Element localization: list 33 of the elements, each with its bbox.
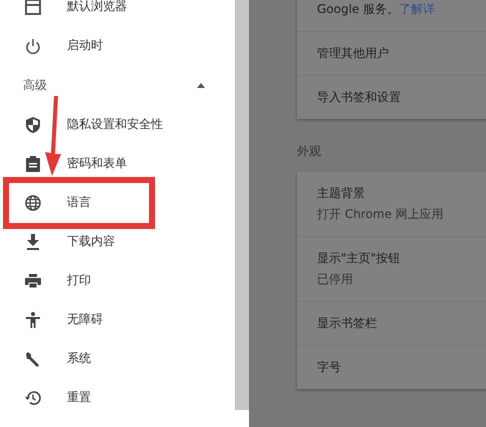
sidebar-item[interactable]: 隐私设置和安全性: [25, 116, 163, 133]
clipboard-icon: [25, 156, 41, 172]
section-label: 高级: [23, 76, 47, 94]
browser-icon: [25, 0, 41, 14]
history-icon: [25, 390, 41, 406]
printer-icon: [25, 274, 41, 288]
sidebar-item[interactable]: 语言: [25, 194, 91, 211]
section-header[interactable]: 高级: [0, 65, 235, 105]
power-icon: [25, 38, 41, 54]
sidebar-item[interactable]: 密码和表单: [25, 155, 127, 172]
globe-icon: [25, 194, 41, 210]
row-text: Google 服务。了解详: [317, 1, 436, 18]
row-label[interactable]: 字号: [317, 359, 486, 376]
sidebar-item[interactable]: 重置: [25, 389, 91, 406]
row-label[interactable]: 显示书签栏: [317, 315, 486, 332]
row-label[interactable]: 导入书签和设置: [317, 89, 486, 106]
sidebar-item[interactable]: 系统: [25, 350, 91, 367]
sidebar-item[interactable]: 下载内容: [25, 233, 115, 250]
row-label[interactable]: 显示"主页"按钮: [317, 250, 486, 267]
row-description: 已停用: [317, 271, 354, 288]
row-label[interactable]: 管理其他用户: [317, 45, 486, 62]
sidebar-item[interactable]: 启动时: [25, 37, 103, 54]
shield-icon: [25, 116, 41, 132]
sidebar-item[interactable]: 无障碍: [25, 311, 103, 328]
section-heading: 外观: [297, 143, 322, 160]
scrollbar[interactable]: [235, 0, 249, 410]
row-description: 打开 Chrome 网上应用: [317, 206, 445, 223]
wrench-icon: [25, 350, 41, 366]
accessibility-icon: [25, 312, 41, 328]
sidebar-item[interactable]: 打印: [25, 272, 91, 289]
download-icon: [25, 234, 41, 250]
row-label[interactable]: 主题背景: [317, 185, 486, 202]
sidebar-item[interactable]: 默认浏览器: [25, 0, 127, 15]
